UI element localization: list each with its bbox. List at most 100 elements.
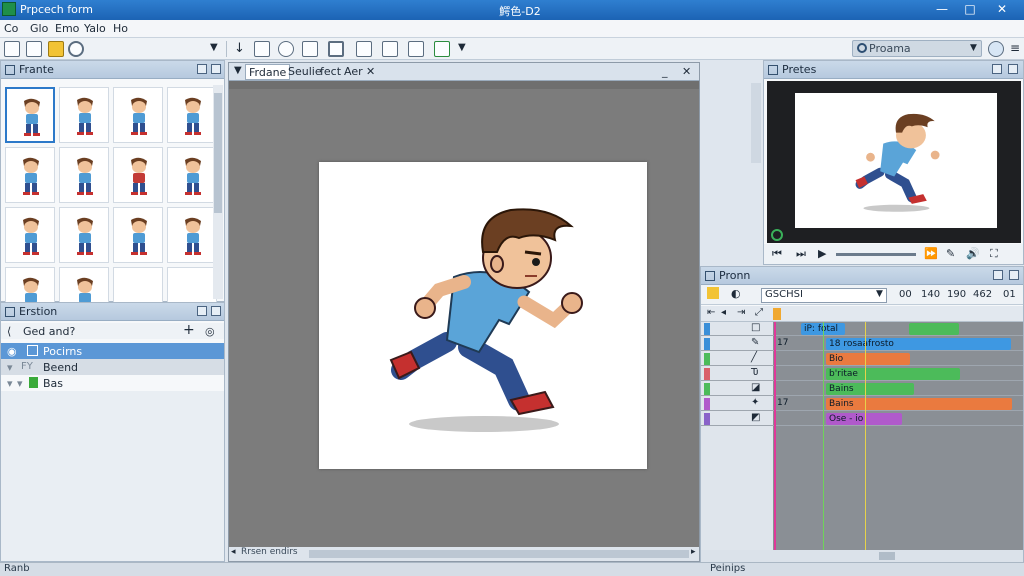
align-icon[interactable] (382, 41, 398, 57)
stack-icon[interactable] (302, 41, 318, 57)
timeline-clip[interactable]: b'ritae (826, 368, 960, 380)
menu-item[interactable]: Glo (30, 22, 48, 35)
frame-thumbnail[interactable] (113, 147, 163, 203)
node-icon[interactable] (434, 41, 450, 57)
frame-thumbnail[interactable] (113, 207, 163, 263)
close-icon[interactable] (211, 306, 221, 316)
frame-thumbnail[interactable] (167, 207, 217, 263)
frame-thumbnail[interactable] (167, 147, 217, 203)
pin-icon[interactable] (197, 306, 207, 316)
layer-icon[interactable] (254, 41, 270, 57)
volume-icon[interactable]: 🔊 (966, 247, 980, 260)
frame-thumbnail[interactable] (5, 147, 55, 203)
list-icon[interactable] (356, 41, 372, 57)
visibility-icon[interactable]: ◉ (7, 345, 17, 358)
tab-aer[interactable]: Aer (341, 64, 366, 80)
zoom-icon[interactable] (988, 41, 1004, 57)
close-button[interactable]: ✕ (990, 0, 1014, 20)
settings-icon[interactable]: ◐ (731, 287, 741, 300)
timeline-clip[interactable]: Bains (826, 383, 914, 395)
tab-fect[interactable]: fect (317, 64, 344, 80)
scrollbar-thumb[interactable] (879, 552, 895, 560)
timeline-clip[interactable]: Ose - io (826, 413, 902, 425)
edit-icon[interactable]: ✎ (946, 247, 955, 260)
timeline-track[interactable]: □ (701, 322, 1023, 336)
search-input[interactable]: Proama (852, 40, 982, 57)
frame-thumbnail[interactable] (113, 87, 163, 143)
filter-input[interactable]: Ged and? (23, 325, 75, 338)
next-frame-icon[interactable]: ⏩ (924, 247, 938, 260)
tree-item-bas[interactable]: ▾ ▾ Bas (1, 375, 224, 391)
pin-icon[interactable] (197, 64, 207, 74)
refresh-icon[interactable] (771, 229, 783, 241)
minimize-panel-icon[interactable]: _ (659, 64, 671, 80)
close-icon[interactable] (211, 64, 221, 74)
chevron-left-icon[interactable]: ⟨ (7, 325, 11, 338)
search-icon[interactable] (68, 41, 84, 57)
open-folder-icon[interactable] (48, 41, 64, 57)
timeline-clip[interactable]: Bio (826, 353, 910, 365)
pin-icon[interactable] (993, 270, 1003, 280)
frame-thumbnail[interactable] (59, 87, 109, 143)
add-icon[interactable]: + (183, 322, 195, 338)
layer-tool-icon[interactable]: ╱ (751, 352, 757, 363)
close-icon[interactable] (1008, 64, 1018, 74)
timeline-clip[interactable]: Bains (826, 398, 1012, 410)
scroll-left-icon[interactable]: ◂ (231, 547, 236, 557)
close-icon[interactable] (1009, 270, 1019, 280)
chevron-down-icon[interactable]: ▼ (970, 43, 977, 53)
scrollbar[interactable] (751, 83, 761, 163)
tab-frdane[interactable]: Frdane (245, 64, 291, 80)
menu-item[interactable]: Ho (113, 22, 128, 35)
chevron-down-icon[interactable]: ▼ (210, 42, 218, 53)
fullscreen-icon[interactable]: ⛶ (990, 247, 998, 261)
horizontal-scrollbar[interactable] (309, 550, 689, 558)
play-icon[interactable]: ▶ (818, 247, 826, 260)
scrollbar-thumb[interactable] (214, 93, 222, 213)
frame-thumbnail[interactable] (59, 147, 109, 203)
chevron-down-icon[interactable]: ▼ (458, 42, 466, 53)
first-frame-icon[interactable]: ⇤ (707, 307, 715, 318)
tree-item-pocirns[interactable]: ◉ Pocirns (1, 343, 224, 359)
layer-tool-icon[interactable]: □ (751, 322, 760, 333)
close-panel-icon[interactable]: ✕ (679, 64, 694, 80)
menu-item[interactable]: Yalo (84, 22, 106, 35)
timeline-combo[interactable]: GSCHSI ▼ (761, 288, 887, 303)
scroll-right-icon[interactable]: ▸ (691, 547, 696, 557)
scrollbar[interactable] (213, 85, 223, 299)
menu-item[interactable]: Emo (55, 22, 79, 35)
skip-back-icon[interactable]: ⏮ (772, 247, 782, 261)
folder-icon[interactable] (707, 287, 719, 299)
frame-thumbnail[interactable] (167, 87, 217, 143)
rotate-icon[interactable] (278, 41, 294, 57)
playhead-handle[interactable] (773, 308, 781, 320)
comment-icon[interactable] (26, 41, 42, 57)
timeline-clip[interactable]: 18 rosaafrosto (826, 338, 1011, 350)
next-frame-icon[interactable]: ⇥ (737, 307, 745, 318)
expand-arrow-icon[interactable]: ▾ (7, 377, 13, 390)
pin-icon[interactable] (992, 64, 1002, 74)
menu-item[interactable]: Co (4, 22, 18, 35)
grid-icon[interactable] (408, 41, 424, 57)
frame-thumbnail[interactable] (5, 207, 55, 263)
more-icon[interactable]: ≡ (1010, 41, 1020, 55)
step-icon[interactable]: ⏭ (796, 247, 806, 261)
drawing-canvas[interactable] (319, 162, 647, 469)
layer-tool-icon[interactable]: ✦ (751, 397, 759, 408)
expand-arrow-icon[interactable]: ▾ (7, 361, 13, 374)
layer-tool-icon[interactable]: ◩ (751, 412, 760, 423)
new-file-icon[interactable] (4, 41, 20, 57)
tree-item-beend[interactable]: ▾ FΥ Beend (1, 359, 224, 375)
arrow-down-icon[interactable]: ↓ (234, 41, 245, 56)
expand-icon[interactable]: ⤢ (755, 307, 763, 318)
timeline-slider[interactable] (836, 253, 916, 256)
tab-menu-icon[interactable]: ▼ (231, 64, 245, 80)
frame-thumbnail[interactable] (5, 87, 55, 143)
minimize-button[interactable]: — (930, 0, 954, 20)
frame-thumbnail[interactable] (59, 207, 109, 263)
prev-frame-icon[interactable]: ◂ (721, 307, 726, 318)
maximize-button[interactable]: □ (958, 0, 982, 20)
timeline-scrollbar[interactable] (701, 550, 1023, 562)
select-tool-icon[interactable] (328, 41, 344, 57)
timeline-clip[interactable] (909, 323, 959, 335)
